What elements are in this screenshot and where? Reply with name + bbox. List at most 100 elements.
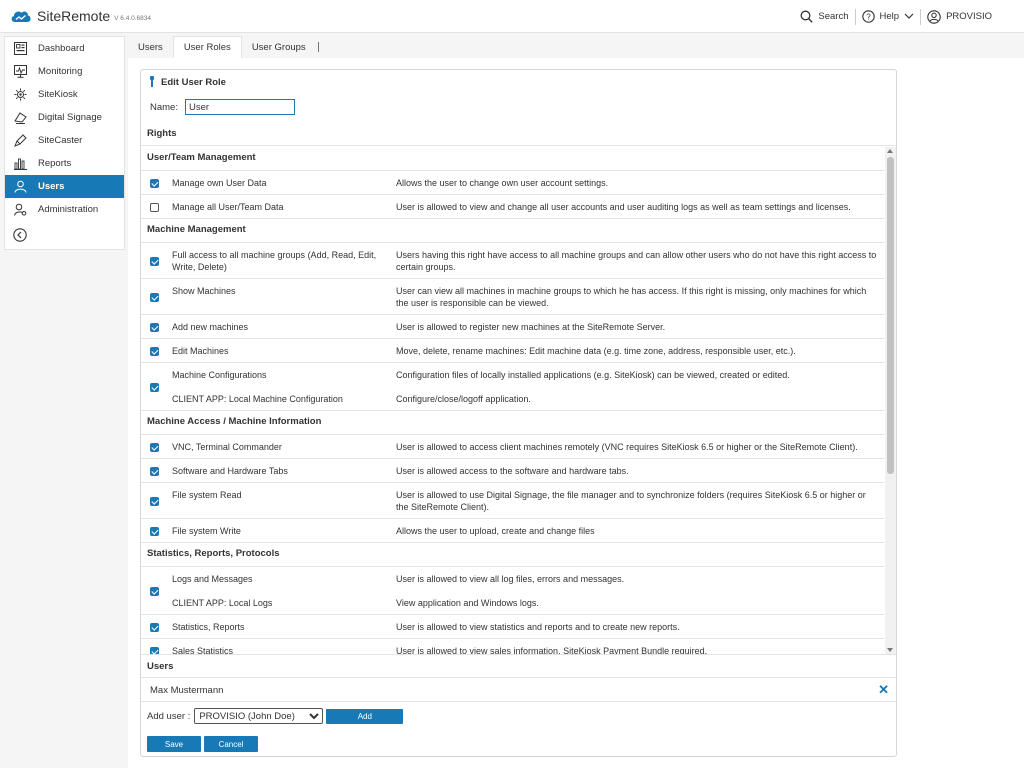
collapse-sidebar-button[interactable] [5, 221, 124, 248]
sidebar-item-reports[interactable]: Reports [5, 152, 124, 175]
save-button[interactable]: Save [147, 736, 201, 752]
rights-section-heading: Statistics, Reports, Protocols [141, 543, 884, 567]
checkbox-checked[interactable] [150, 527, 159, 536]
reports-icon [13, 156, 28, 171]
sidebar-item-dashboard[interactable]: Dashboard [5, 37, 124, 60]
checkbox-checked[interactable] [150, 257, 159, 266]
search-icon [800, 10, 814, 23]
dashboard-icon [13, 41, 28, 56]
right-row: Statistics, Reports User is allowed to vi… [141, 615, 884, 639]
tab-user-groups[interactable]: User Groups [242, 36, 316, 58]
right-label: CLIENT APP: Local Machine Configuration [172, 394, 343, 404]
right-label: Manage all User/Team Data [172, 202, 284, 212]
checkbox-unchecked[interactable] [150, 203, 159, 212]
help-icon: ? [861, 10, 875, 23]
cloud-logo-icon [11, 11, 31, 22]
checkbox-checked[interactable] [150, 623, 159, 632]
search-label: Search [818, 11, 849, 22]
tab-user-roles[interactable]: User Roles [172, 36, 242, 58]
right-description: User is allowed to view all log files, e… [396, 574, 625, 584]
checkbox-checked[interactable] [150, 467, 159, 476]
checkbox-checked[interactable] [150, 497, 159, 506]
sidebar-item-users[interactable]: Users [5, 175, 124, 198]
cancel-button[interactable]: Cancel [204, 736, 258, 752]
edit-user-role-panel: Edit User Role Name: Rights User/Team Ma… [140, 69, 897, 757]
sidebar: Dashboard Monitoring SiteKiosk Digital S… [4, 36, 125, 250]
sidebar-item-label: SiteKiosk [38, 89, 78, 100]
right-row: VNC, Terminal Commander User is allowed t… [141, 435, 884, 459]
account-menu[interactable]: PROVISIO [921, 9, 998, 24]
right-label: VNC, Terminal Commander [172, 442, 282, 452]
checkbox-checked[interactable] [150, 293, 159, 302]
sitecaster-icon [13, 133, 28, 148]
sidebar-item-sitekiosk[interactable]: SiteKiosk [5, 83, 124, 106]
checkbox-checked[interactable] [150, 383, 159, 392]
users-heading: Users [141, 654, 896, 678]
help-menu[interactable]: ? Help [856, 10, 921, 23]
form-actions: Save Cancel [147, 736, 258, 752]
search-button[interactable]: Search [794, 10, 854, 23]
right-label: Machine Configurations [172, 370, 267, 380]
name-row: Name: [150, 99, 295, 115]
user-name: Max Mustermann [150, 685, 224, 696]
tab-divider [317, 42, 319, 52]
app-version: V 6.4.0.6834 [114, 15, 152, 22]
add-user-select[interactable]: PROVISIO (John Doe) [194, 708, 324, 724]
rights-section-heading: User/Team Management [141, 147, 884, 171]
sidebar-item-label: Dashboard [38, 43, 85, 54]
right-description: View application and Windows logs. [396, 598, 539, 608]
sidebar-item-label: SiteCaster [38, 135, 83, 146]
scrollbar-thumb[interactable] [887, 157, 894, 474]
checkbox-checked[interactable] [150, 347, 159, 356]
checkbox-checked[interactable] [150, 179, 159, 188]
right-label: File system Read [172, 490, 242, 500]
top-bar: SiteRemote V 6.4.0.6834 Search ? Help PR… [0, 0, 1024, 33]
right-description: User is allowed to view sales informatio… [396, 646, 708, 654]
right-row: Machine Configurations Configuration file… [141, 363, 884, 411]
tab-users[interactable]: Users [128, 36, 173, 58]
right-description: Configuration files of locally installed… [396, 370, 790, 380]
right-row: File system Write Allows the user to uplo… [141, 519, 884, 543]
checkbox-checked[interactable] [150, 647, 159, 654]
right-description: User is allowed to view and change all u… [396, 202, 851, 212]
rights-list[interactable]: User/Team Management Manage own User Data… [141, 147, 896, 654]
user-list-item: Max Mustermann ✕ [141, 678, 896, 702]
checkbox-checked[interactable] [150, 587, 159, 596]
remove-user-icon[interactable]: ✕ [878, 683, 889, 696]
sidebar-item-label: Digital Signage [38, 112, 102, 123]
administration-icon [13, 202, 28, 217]
role-name-input[interactable] [184, 99, 295, 115]
sitekiosk-icon [13, 87, 28, 102]
sidebar-item-sitecaster[interactable]: SiteCaster [5, 129, 124, 152]
rights-section-heading: Machine Access / Machine Information [141, 411, 884, 435]
svg-text:?: ? [866, 13, 871, 22]
right-label: Software and Hardware Tabs [172, 466, 288, 476]
right-label: Sales Statistics [172, 646, 234, 654]
add-user-button[interactable]: Add [326, 708, 404, 724]
back-arrow-icon [13, 227, 27, 242]
checkbox-checked[interactable] [150, 323, 159, 332]
right-description: Users having this right have access to a… [396, 250, 877, 272]
right-row: Show Machines User can view all machines … [141, 279, 884, 315]
right-description: User can view all machines in machine gr… [396, 286, 867, 308]
right-row: Edit Machines Move, delete, rename machin… [141, 339, 884, 363]
rights-section-heading: Machine Management [141, 219, 884, 243]
sidebar-item-digital-signage[interactable]: Digital Signage [5, 106, 124, 129]
sidebar-item-monitoring[interactable]: Monitoring [5, 60, 124, 83]
sidebar-item-administration[interactable]: Administration [5, 198, 124, 221]
right-row: File system Read User is allowed to use D… [141, 483, 884, 519]
checkbox-checked[interactable] [150, 443, 159, 452]
rights-scrollbar[interactable] [885, 147, 896, 654]
right-row: Sales Statistics User is allowed to view … [141, 639, 884, 654]
scroll-down-arrow-icon[interactable] [887, 648, 893, 652]
user-account-icon [927, 9, 941, 24]
right-description: User is allowed to access client machine… [396, 442, 858, 452]
right-label: Show Machines [172, 286, 236, 296]
brand[interactable]: SiteRemote V 6.4.0.6834 [10, 8, 151, 24]
right-description: Move, delete, rename machines: Edit mach… [396, 346, 796, 356]
right-label: Add new machines [172, 322, 249, 332]
right-description: Configure/close/logoff application. [396, 394, 531, 404]
scroll-up-arrow-icon[interactable] [887, 149, 893, 153]
add-user-row: Add user : PROVISIO (John Doe) Add [147, 708, 404, 724]
role-key-icon [150, 76, 154, 87]
